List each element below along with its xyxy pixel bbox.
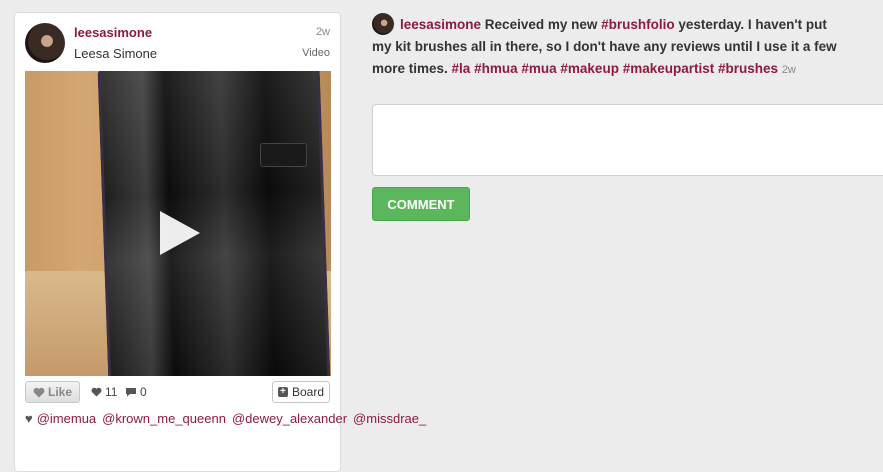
- post-card: leesasimone Leesa Simone 2w Video Like 1…: [14, 12, 426, 472]
- play-icon[interactable]: [160, 211, 200, 255]
- heart-icon: [91, 387, 102, 397]
- heart-icon: [33, 387, 45, 397]
- like-count-value: 11: [105, 385, 118, 399]
- like-label: Like: [47, 385, 72, 399]
- hashtag-link[interactable]: #makeup: [560, 61, 619, 76]
- plus-box-icon: +: [277, 387, 288, 397]
- like-button[interactable]: Like: [25, 381, 80, 403]
- board-label: Board: [291, 385, 324, 399]
- caption-text: leesasimone Received my new #brushfolio …: [372, 14, 837, 81]
- comment-bubble-icon: [126, 388, 136, 397]
- comment-input[interactable]: [372, 104, 883, 176]
- hashtag-link[interactable]: #hmua: [474, 61, 518, 76]
- liker-link[interactable]: @dewey_alexander: [232, 411, 347, 426]
- user-avatar[interactable]: [25, 23, 65, 63]
- hashtag-link[interactable]: #la: [452, 61, 471, 76]
- comment-button[interactable]: COMMENT: [372, 187, 470, 221]
- media-type-label: Video: [302, 47, 330, 59]
- liker-link[interactable]: @krown_me_queenn: [102, 411, 226, 426]
- post-actions: Like 11 0 + Board: [25, 381, 330, 405]
- hashtag-link[interactable]: #brushes: [718, 61, 778, 76]
- hashtag-link[interactable]: #mua: [521, 61, 556, 76]
- folio-strap: [260, 143, 307, 167]
- like-count[interactable]: 11: [91, 385, 117, 399]
- liker-link[interactable]: @missdrae_: [353, 411, 426, 426]
- username-link[interactable]: leesasimone: [74, 25, 152, 40]
- liker-link[interactable]: @imemua: [37, 411, 96, 426]
- comment-count[interactable]: 0: [125, 385, 147, 399]
- hashtag-link[interactable]: #makeupartist: [623, 61, 715, 76]
- hashtag-link[interactable]: #brushfolio: [601, 17, 675, 32]
- board-button[interactable]: + Board: [271, 381, 330, 403]
- full-name: Leesa Simone: [74, 46, 158, 61]
- brush-folio-image: [97, 71, 331, 376]
- video-thumbnail[interactable]: [25, 71, 331, 376]
- post-header: leesasimone Leesa Simone 2w Video: [25, 23, 330, 67]
- caption-body-1: Received my new: [481, 17, 602, 32]
- caption-time: 2w: [781, 64, 796, 76]
- post-time: 2w: [315, 26, 330, 38]
- likers-list: ♥ @imemua @krown_me_queenn @dewey_alexander…: [25, 409, 426, 429]
- heart-icon: ♥: [25, 411, 33, 426]
- caption-username-link[interactable]: leesasimone: [400, 17, 481, 32]
- comment-count-value: 0: [140, 385, 147, 399]
